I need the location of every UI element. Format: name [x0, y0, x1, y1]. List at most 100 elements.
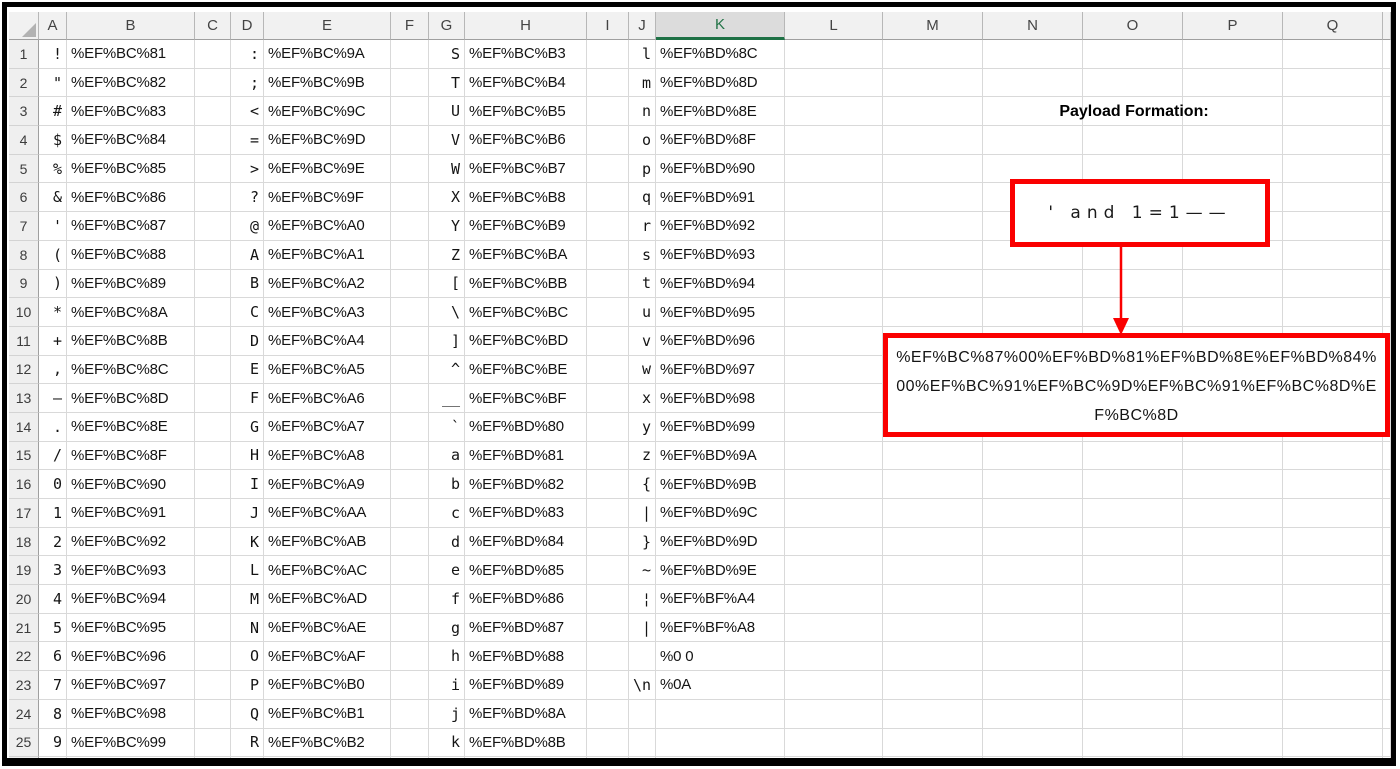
cell-O1[interactable] — [1083, 40, 1183, 69]
cell-E5[interactable]: %EF%BC%9E — [264, 154, 391, 184]
row-header-26[interactable] — [9, 757, 39, 758]
payload-encoded-box[interactable]: %EF%BC%87%00%EF%BD%81%EF%BD%8E%EF%BD%84%… — [883, 333, 1390, 437]
cell-E3[interactable]: %EF%BC%9C — [264, 97, 391, 127]
cell-J18[interactable]: } — [629, 527, 656, 557]
cell-J13[interactable]: x — [629, 384, 656, 413]
cell-Q15[interactable] — [1283, 441, 1383, 471]
cell-N20[interactable] — [983, 585, 1083, 614]
cell-D24[interactable]: Q — [231, 699, 264, 729]
cell-L3[interactable] — [785, 97, 883, 127]
cell-C7[interactable] — [195, 212, 231, 241]
cell-J19[interactable]: ~ — [629, 556, 656, 586]
cell-E8[interactable]: %EF%BC%A1 — [264, 240, 391, 270]
cell-I13[interactable] — [587, 384, 629, 413]
cell-H6[interactable]: %EF%BC%B8 — [465, 183, 587, 213]
cell-L1[interactable] — [785, 40, 883, 69]
cell-E6[interactable]: %EF%BC%9F — [264, 183, 391, 213]
cell-L19[interactable] — [785, 556, 883, 586]
cell-D26[interactable] — [231, 757, 264, 758]
cell-M1[interactable] — [883, 40, 983, 69]
cell-F21[interactable] — [391, 613, 429, 643]
column-header-N[interactable]: N — [983, 12, 1083, 40]
cell-I20[interactable] — [587, 585, 629, 614]
row-header-17[interactable]: 17 — [9, 499, 39, 528]
cell-D25[interactable]: R — [231, 728, 264, 758]
cell-C3[interactable] — [195, 97, 231, 127]
cell-I4[interactable] — [587, 126, 629, 155]
cell-M17[interactable] — [883, 499, 983, 528]
cell-H15[interactable]: %EF%BD%81 — [465, 441, 587, 471]
cell-H3[interactable]: %EF%BC%B5 — [465, 97, 587, 127]
cell-D23[interactable]: P — [231, 671, 264, 700]
cell-N1[interactable] — [983, 40, 1083, 69]
cell-J23[interactable]: \n — [629, 671, 656, 700]
cell-I22[interactable] — [587, 642, 629, 672]
cell-E19[interactable]: %EF%BC%AC — [264, 556, 391, 586]
cell-P23[interactable] — [1183, 671, 1283, 700]
cell-C14[interactable] — [195, 412, 231, 442]
row-header-22[interactable]: 22 — [9, 642, 39, 672]
cell-G9[interactable]: [ — [429, 269, 465, 299]
cell-K14[interactable]: %EF%BD%99 — [656, 412, 785, 442]
column-header-A[interactable]: A — [39, 12, 67, 40]
cell-I12[interactable] — [587, 355, 629, 385]
cell-B26[interactable] — [67, 757, 195, 758]
cell-G21[interactable]: g — [429, 613, 465, 643]
cell-J14[interactable]: y — [629, 412, 656, 442]
cell-G15[interactable]: a — [429, 441, 465, 471]
cell-A19[interactable]: 3 — [39, 556, 67, 586]
cell-B14[interactable]: %EF%BC%8E — [67, 412, 195, 442]
cell-D18[interactable]: K — [231, 527, 264, 557]
cell-B12[interactable]: %EF%BC%8C — [67, 355, 195, 385]
cell-Q22[interactable] — [1283, 642, 1383, 672]
row-header-16[interactable]: 16 — [9, 470, 39, 499]
cell-P15[interactable] — [1183, 441, 1283, 471]
cell-E24[interactable]: %EF%BC%B1 — [264, 699, 391, 729]
cell-C20[interactable] — [195, 585, 231, 614]
cell-L9[interactable] — [785, 269, 883, 299]
cell-L18[interactable] — [785, 527, 883, 557]
cell-F7[interactable] — [391, 212, 429, 241]
cell-E9[interactable]: %EF%BC%A2 — [264, 269, 391, 299]
cell-M7[interactable] — [883, 212, 983, 241]
cell-C9[interactable] — [195, 269, 231, 299]
row-header-9[interactable]: 9 — [9, 269, 39, 299]
cell-L25[interactable] — [785, 728, 883, 758]
cell-B4[interactable]: %EF%BC%84 — [67, 126, 195, 155]
cell-A1[interactable]: ! — [39, 40, 67, 69]
cell-A9[interactable]: ) — [39, 269, 67, 299]
cell-P4[interactable] — [1183, 126, 1283, 155]
cell-I23[interactable] — [587, 671, 629, 700]
cell-P16[interactable] — [1183, 470, 1283, 499]
cell-D21[interactable]: N — [231, 613, 264, 643]
cell-H12[interactable]: %EF%BC%BE — [465, 355, 587, 385]
cell-Q9[interactable] — [1283, 269, 1383, 299]
cell-G7[interactable]: Y — [429, 212, 465, 241]
cell-D8[interactable]: A — [231, 240, 264, 270]
cell-Q4[interactable] — [1283, 126, 1383, 155]
cell-L2[interactable] — [785, 68, 883, 98]
cell-I17[interactable] — [587, 499, 629, 528]
cell-N19[interactable] — [983, 556, 1083, 586]
column-header-O[interactable]: O — [1083, 12, 1183, 40]
cell-A4[interactable]: $ — [39, 126, 67, 155]
cell-D4[interactable]: = — [231, 126, 264, 155]
column-header-D[interactable]: D — [231, 12, 264, 40]
cell-B22[interactable]: %EF%BC%96 — [67, 642, 195, 672]
cell-A7[interactable]: ' — [39, 212, 67, 241]
column-header-M[interactable]: M — [883, 12, 983, 40]
cell-F20[interactable] — [391, 585, 429, 614]
cell-N26[interactable] — [983, 757, 1083, 758]
cell-I8[interactable] — [587, 240, 629, 270]
cell-L22[interactable] — [785, 642, 883, 672]
column-header-J[interactable]: J — [629, 12, 656, 40]
cell-O23[interactable] — [1083, 671, 1183, 700]
cell-A5[interactable]: % — [39, 154, 67, 184]
cell-I21[interactable] — [587, 613, 629, 643]
cell-E22[interactable]: %EF%BC%AF — [264, 642, 391, 672]
cell-L6[interactable] — [785, 183, 883, 213]
cell-P1[interactable] — [1183, 40, 1283, 69]
cell-G25[interactable]: k — [429, 728, 465, 758]
cell-L15[interactable] — [785, 441, 883, 471]
cell-C8[interactable] — [195, 240, 231, 270]
